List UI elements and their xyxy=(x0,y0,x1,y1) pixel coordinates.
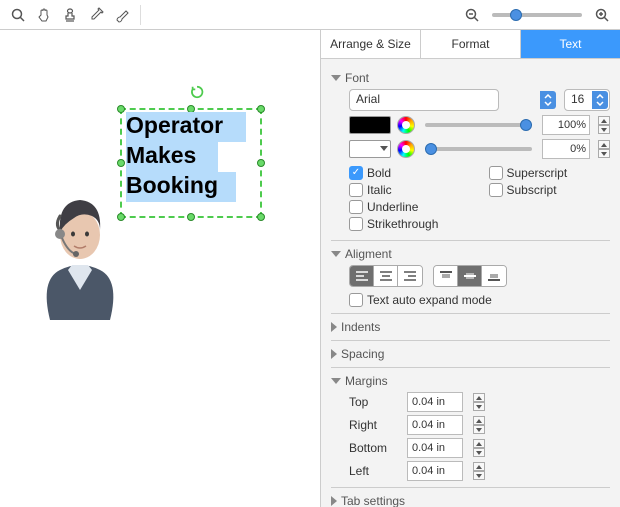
margin-left-input[interactable]: 0.04 in xyxy=(407,461,463,481)
subscript-label: Subscript xyxy=(507,183,557,197)
margin-bottom-input[interactable]: 0.04 in xyxy=(407,438,463,458)
font-family-select[interactable]: Arial xyxy=(349,89,499,111)
stroke-opacity-stepper[interactable] xyxy=(598,140,610,158)
fill-opacity-value[interactable]: 100% xyxy=(542,115,590,135)
resize-handle-w[interactable] xyxy=(117,159,125,167)
resize-handle-nw[interactable] xyxy=(117,105,125,113)
auto-expand-checkbox[interactable] xyxy=(349,293,363,307)
resize-handle-e[interactable] xyxy=(257,159,265,167)
margin-right-input[interactable]: 0.04 in xyxy=(407,415,463,435)
spacing-section-header[interactable]: Spacing xyxy=(331,347,610,361)
underline-label: Underline xyxy=(367,200,418,214)
fill-opacity-slider[interactable] xyxy=(425,123,532,127)
eyedropper-tool[interactable] xyxy=(84,3,108,27)
auto-expand-label: Text auto expand mode xyxy=(367,293,492,307)
indents-section-header[interactable]: Indents xyxy=(331,320,610,334)
fill-opacity-stepper[interactable] xyxy=(598,116,610,134)
tab-settings-section-header[interactable]: Tab settings xyxy=(331,494,610,507)
shape-text[interactable]: Operator Makes Booking xyxy=(126,110,223,200)
zoom-slider-thumb[interactable] xyxy=(510,9,522,21)
bold-label: Bold xyxy=(367,166,391,180)
italic-checkbox[interactable] xyxy=(349,183,363,197)
toolbar xyxy=(0,0,620,30)
margin-left-stepper[interactable] xyxy=(473,462,485,480)
stroke-color-swatch[interactable] xyxy=(349,140,391,158)
stroke-opacity-slider[interactable] xyxy=(425,147,532,151)
align-left-button[interactable] xyxy=(350,266,374,286)
margin-top-stepper[interactable] xyxy=(473,393,485,411)
alignment-section-header[interactable]: Aligment xyxy=(331,247,610,261)
vertical-align-group xyxy=(433,265,507,287)
subscript-checkbox[interactable] xyxy=(489,183,503,197)
superscript-checkbox[interactable] xyxy=(489,166,503,180)
stamp-tool[interactable] xyxy=(58,3,82,27)
chevron-updown-icon xyxy=(540,91,556,109)
operator-figure[interactable] xyxy=(30,170,130,320)
magnify-tool[interactable] xyxy=(6,3,30,27)
italic-label: Italic xyxy=(367,183,392,197)
zoom-out-button[interactable] xyxy=(460,3,484,27)
resize-handle-s[interactable] xyxy=(187,213,195,221)
font-section-header[interactable]: Font xyxy=(331,71,610,85)
margin-bottom-stepper[interactable] xyxy=(473,439,485,457)
zoom-slider[interactable] xyxy=(492,13,582,17)
rotation-handle[interactable] xyxy=(190,85,204,99)
margin-right-label: Right xyxy=(349,418,399,432)
zoom-in-button[interactable] xyxy=(590,3,614,27)
strikethrough-label: Strikethrough xyxy=(367,217,438,231)
canvas[interactable]: Operator Makes Booking xyxy=(0,30,320,507)
superscript-label: Superscript xyxy=(507,166,568,180)
underline-checkbox[interactable] xyxy=(349,200,363,214)
tab-arrange[interactable]: Arrange & Size xyxy=(321,30,421,58)
zoom-controls xyxy=(460,3,614,27)
resize-handle-se[interactable] xyxy=(257,213,265,221)
fill-color-swatch[interactable] xyxy=(349,116,391,134)
tab-text[interactable]: Text xyxy=(521,30,620,58)
strikethrough-checkbox[interactable] xyxy=(349,217,363,231)
toolbar-separator xyxy=(140,5,141,25)
margin-bottom-label: Bottom xyxy=(349,441,399,455)
valign-middle-button[interactable] xyxy=(458,266,482,286)
margin-left-label: Left xyxy=(349,464,399,478)
align-center-button[interactable] xyxy=(374,266,398,286)
resize-handle-ne[interactable] xyxy=(257,105,265,113)
margin-top-label: Top xyxy=(349,395,399,409)
stroke-opacity-value[interactable]: 0% xyxy=(542,139,590,159)
margin-right-stepper[interactable] xyxy=(473,416,485,434)
color-picker-icon[interactable] xyxy=(397,116,415,134)
horizontal-align-group xyxy=(349,265,423,287)
selected-text-shape[interactable]: Operator Makes Booking xyxy=(120,108,262,218)
valign-bottom-button[interactable] xyxy=(482,266,506,286)
color-picker-icon[interactable] xyxy=(397,140,415,158)
font-size-select[interactable]: 16 xyxy=(564,89,610,111)
margins-section-header[interactable]: Margins xyxy=(331,374,610,388)
tab-format[interactable]: Format xyxy=(421,30,521,58)
hand-tool[interactable] xyxy=(32,3,56,27)
align-right-button[interactable] xyxy=(398,266,422,286)
margin-top-input[interactable]: 0.04 in xyxy=(407,392,463,412)
inspector-panel: Arrange & Size Format Text Font Arial 16 xyxy=(320,30,620,507)
inspector-tabs: Arrange & Size Format Text xyxy=(321,30,620,59)
valign-top-button[interactable] xyxy=(434,266,458,286)
brush-tool[interactable] xyxy=(110,3,134,27)
bold-checkbox[interactable] xyxy=(349,166,363,180)
